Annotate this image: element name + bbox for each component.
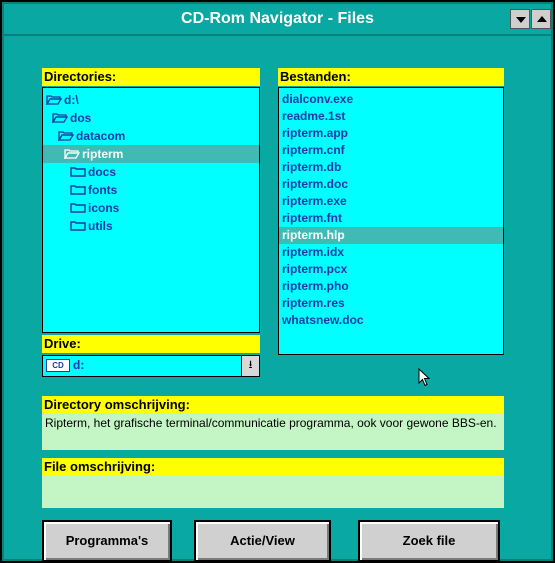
cd-rom-navigator-window: CD-Rom Navigator - Files Directories: d:…	[2, 2, 553, 562]
directory-item[interactable]: icons	[43, 199, 259, 217]
directory-item-label: dos	[70, 111, 92, 125]
file-item[interactable]: ripterm.hlp	[279, 227, 503, 244]
folder-icon	[70, 185, 86, 195]
folder-icon	[70, 221, 86, 231]
directory-item[interactable]: fonts	[43, 181, 259, 199]
directories-list[interactable]: d:\ dos datacom ripterm docs fonts icons utils	[42, 87, 260, 333]
dropdown-arrow-icon[interactable]: ⭳	[241, 356, 259, 376]
folder-open-icon	[58, 131, 74, 141]
action-view-button[interactable]: Actie/View	[194, 520, 331, 562]
mouse-cursor-icon	[418, 368, 431, 387]
directory-description-text: Ripterm, het grafische terminal/communic…	[42, 414, 504, 450]
file-description-text	[42, 476, 504, 508]
folder-open-icon	[52, 113, 68, 123]
search-file-button[interactable]: Zoek file	[358, 520, 500, 562]
folder-open-icon	[46, 95, 62, 105]
file-item[interactable]: whatsnew.doc	[279, 312, 503, 329]
programs-button[interactable]: Programma's	[42, 520, 172, 562]
files-label: Bestanden:	[278, 68, 504, 86]
drive-label: Drive:	[42, 335, 260, 353]
file-item[interactable]: readme.1st	[279, 108, 503, 125]
file-item[interactable]: ripterm.pcx	[279, 261, 503, 278]
file-item[interactable]: ripterm.res	[279, 295, 503, 312]
directory-item-label: icons	[88, 201, 120, 215]
file-item[interactable]: ripterm.fnt	[279, 210, 503, 227]
file-item[interactable]: ripterm.exe	[279, 193, 503, 210]
directory-item-label: datacom	[76, 129, 126, 143]
directory-item[interactable]: ripterm	[43, 145, 259, 163]
drive-select[interactable]: CD d: ⭳	[42, 355, 260, 377]
directory-item[interactable]: docs	[43, 163, 259, 181]
directory-description-label: Directory omschrijving:	[42, 396, 504, 414]
arrow-down-icon	[516, 17, 526, 23]
folder-icon	[70, 203, 86, 213]
directories-label: Directories:	[42, 68, 260, 86]
minimize-button[interactable]	[510, 9, 530, 29]
window-title: CD-Rom Navigator - Files	[181, 10, 374, 27]
directory-item-label: ripterm	[82, 147, 124, 161]
file-item[interactable]: ripterm.doc	[279, 176, 503, 193]
files-list[interactable]: dialconv.exe readme.1st ripterm.app ripterm…	[278, 87, 504, 355]
file-item[interactable]: dialconv.exe	[279, 91, 503, 108]
directory-item-label: utils	[88, 219, 113, 233]
title-bar[interactable]: CD-Rom Navigator - Files	[4, 4, 551, 36]
directory-item-label: fonts	[88, 183, 118, 197]
arrow-up-icon	[537, 16, 547, 22]
directory-item[interactable]: dos	[43, 109, 259, 127]
file-item[interactable]: ripterm.db	[279, 159, 503, 176]
directory-item[interactable]: utils	[43, 217, 259, 235]
directory-item-label: d:\	[64, 93, 79, 107]
file-description-label: File omschrijving:	[42, 458, 504, 476]
directory-item-label: docs	[88, 165, 117, 179]
file-item[interactable]: ripterm.idx	[279, 244, 503, 261]
maximize-button[interactable]	[531, 9, 551, 29]
directory-item[interactable]: datacom	[43, 127, 259, 145]
directory-item[interactable]: d:\	[43, 91, 259, 109]
file-item[interactable]: ripterm.app	[279, 125, 503, 142]
folder-open-icon	[64, 149, 80, 159]
folder-icon	[70, 167, 86, 177]
cd-drive-icon: CD	[46, 359, 70, 372]
drive-value: d:	[73, 358, 85, 372]
file-item[interactable]: ripterm.pho	[279, 278, 503, 295]
file-item[interactable]: ripterm.cnf	[279, 142, 503, 159]
